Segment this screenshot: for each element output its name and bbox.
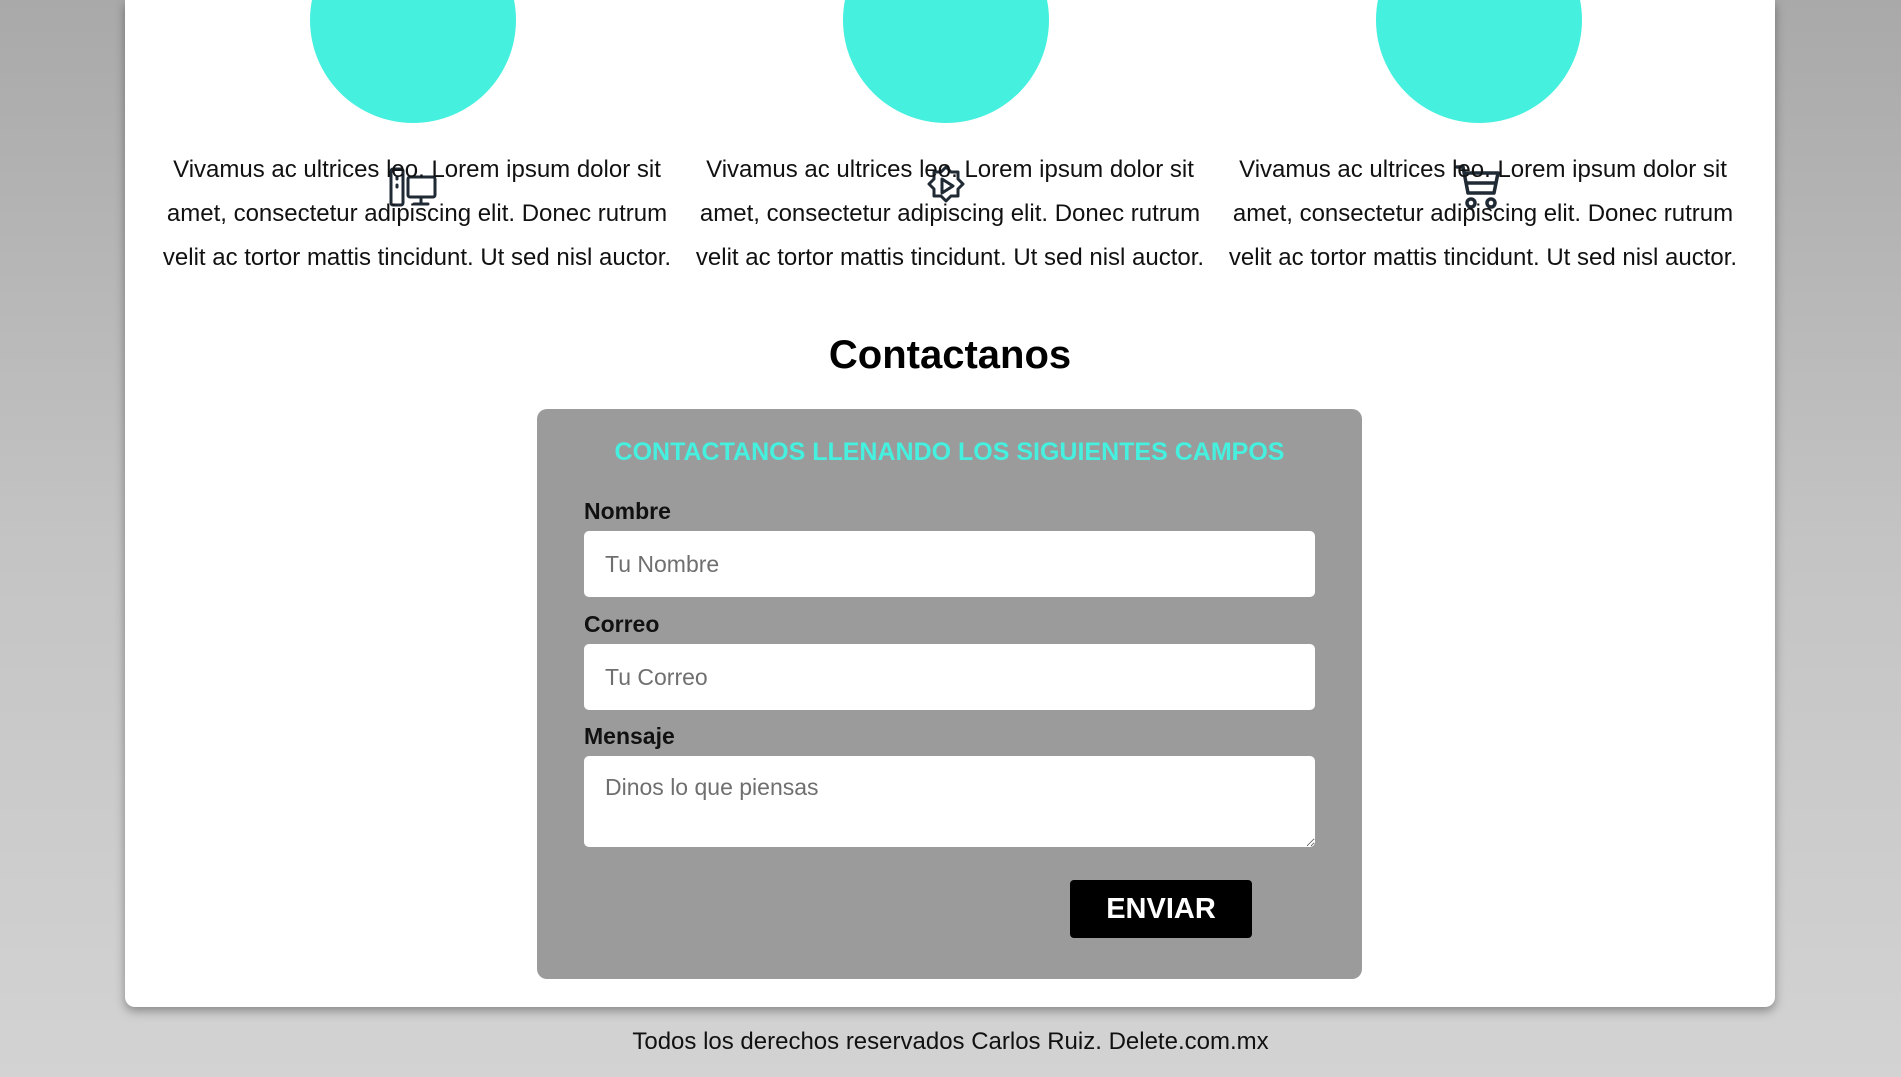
- form-heading: CONTACTANOS LLENANDO LOS SIGUIENTES CAMP…: [614, 438, 1285, 466]
- service-description: Vivamus ac ultrices leo. Lorem ipsum dol…: [1228, 156, 1738, 271]
- main-container: Vivamus ac ultrices leo. Lorem ipsum dol…: [125, 0, 1775, 1007]
- service-card-devices: Vivamus ac ultrices leo. Lorem ipsum dol…: [157, 0, 677, 290]
- service-card-settings: Vivamus ac ultrices leo. Lorem ipsum dol…: [690, 0, 1210, 290]
- services-section: Vivamus ac ultrices leo. Lorem ipsum dol…: [125, 0, 1775, 290]
- service-card-cart: Vivamus ac ultrices leo. Lorem ipsum dol…: [1223, 0, 1743, 290]
- service-description: Vivamus ac ultrices leo. Lorem ipsum dol…: [695, 156, 1205, 271]
- service-circle: [310, 0, 516, 123]
- email-label: Correo: [584, 611, 660, 637]
- contact-title: Contactanos: [828, 333, 1072, 377]
- service-circle: [1376, 0, 1582, 123]
- footer-text: Todos los derechos reservados Carlos Rui…: [632, 1028, 1269, 1055]
- service-description: Vivamus ac ultrices leo. Lorem ipsum dol…: [162, 156, 672, 271]
- submit-button[interactable]: ENVIAR: [1070, 880, 1252, 938]
- name-input[interactable]: [584, 531, 1315, 597]
- contact-form: CONTACTANOS LLENANDO LOS SIGUIENTES CAMP…: [537, 409, 1362, 979]
- message-textarea[interactable]: [584, 756, 1315, 847]
- message-label: Mensaje: [584, 723, 675, 749]
- name-label: Nombre: [584, 498, 671, 524]
- email-input[interactable]: [584, 644, 1315, 710]
- service-circle: [843, 0, 1049, 123]
